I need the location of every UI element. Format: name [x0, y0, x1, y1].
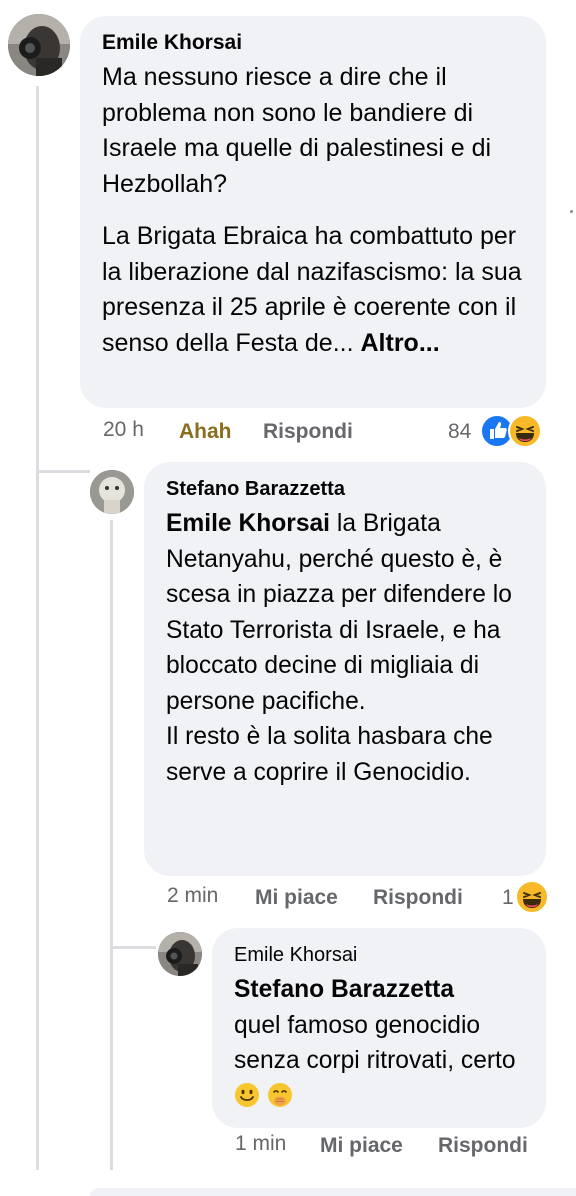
reply-time[interactable]: 1 min	[235, 1132, 286, 1156]
see-more-link[interactable]: Altro...	[361, 329, 440, 357]
scroll-indicator	[570, 210, 573, 213]
avatar-stefano-barazzetta[interactable]	[90, 470, 134, 514]
thread-line-branch	[36, 470, 90, 473]
thread-line-reply-branch	[110, 946, 156, 949]
avatar-emile-khorsai[interactable]	[8, 14, 70, 76]
thread-line-reply	[110, 520, 113, 1170]
comment-paragraph: Ma nessuno riesce a dire che il problema…	[102, 63, 492, 198]
like-button[interactable]: Mi piace	[255, 886, 338, 910]
reply-text: Emile Khorsai la Brigata Netanyahu, perc…	[166, 506, 524, 790]
reply-button[interactable]: Rispondi	[373, 886, 463, 910]
thread-line-main	[36, 86, 39, 1170]
reply-text: Stefano Barazzetta quel famoso genocidio …	[234, 972, 524, 1118]
reply-paragraph: Il resto è la solita hasbara che serve a…	[166, 723, 493, 786]
avatar-photo-icon	[90, 470, 134, 514]
avatar-emile-khorsai[interactable]	[158, 932, 202, 976]
comment-bubble: Emile Khorsai Ma nessuno riesce a dire c…	[80, 16, 546, 408]
reply-button[interactable]: Rispondi	[438, 1134, 528, 1158]
comment-paragraph: La Brigata Ebraica ha combattuto per la …	[102, 219, 524, 361]
reply-author[interactable]: Stefano Barazzetta	[166, 476, 524, 502]
reply-paragraph: Stefano Barazzetta quel famoso genocidio …	[234, 972, 524, 1118]
reply-actions: 2 min Mi piace Rispondi 1	[0, 880, 576, 914]
smiling-face-emoji	[234, 1082, 260, 1119]
laugh-emoji-icon	[508, 414, 542, 454]
reply-actions: 1 min Mi piace Rispondi	[0, 1132, 576, 1162]
reply-time[interactable]: 2 min	[167, 884, 218, 908]
like-button[interactable]: Mi piace	[320, 1134, 403, 1158]
reaction-ahah-button[interactable]: Ahah	[179, 420, 232, 444]
comment-paragraph-text: La Brigata Ebraica ha combattuto per la …	[102, 222, 522, 357]
reply-paragraph-text: quel famoso genocidio senza corpi ritrov…	[234, 1011, 516, 1075]
reply-paragraph: Emile Khorsai la Brigata Netanyahu, perc…	[166, 506, 524, 719]
laugh-emoji-icon	[515, 880, 549, 920]
reply-paragraph-text: la Brigata Netanyahu, perché questo è, è…	[166, 510, 512, 715]
mention-link[interactable]: Stefano Barazzetta	[234, 976, 454, 1003]
comment-time[interactable]: 20 h	[103, 418, 144, 442]
avatar-photo-icon	[8, 14, 70, 76]
mention-link[interactable]: Emile Khorsai	[166, 510, 330, 537]
comment-author[interactable]: Emile Khorsai	[102, 30, 524, 56]
next-comment-edge	[90, 1188, 576, 1196]
reaction-count[interactable]: 84	[448, 420, 471, 444]
reply-bubble: Stefano Barazzetta Emile Khorsai la Brig…	[144, 462, 546, 876]
reply-author[interactable]: Emile Khorsai	[234, 942, 524, 968]
comment-actions: 20 h Ahah Rispondi 84	[0, 414, 576, 448]
comment-text: Ma nessuno riesce a dire che il problema…	[102, 60, 524, 361]
reply-button[interactable]: Rispondi	[263, 420, 353, 444]
avatar-photo-icon	[158, 932, 202, 976]
reply-bubble: Emile Khorsai Stefano Barazzetta quel fam…	[212, 928, 546, 1128]
face-hand-over-mouth-emoji	[267, 1082, 293, 1119]
reaction-count[interactable]: 1	[502, 886, 514, 910]
